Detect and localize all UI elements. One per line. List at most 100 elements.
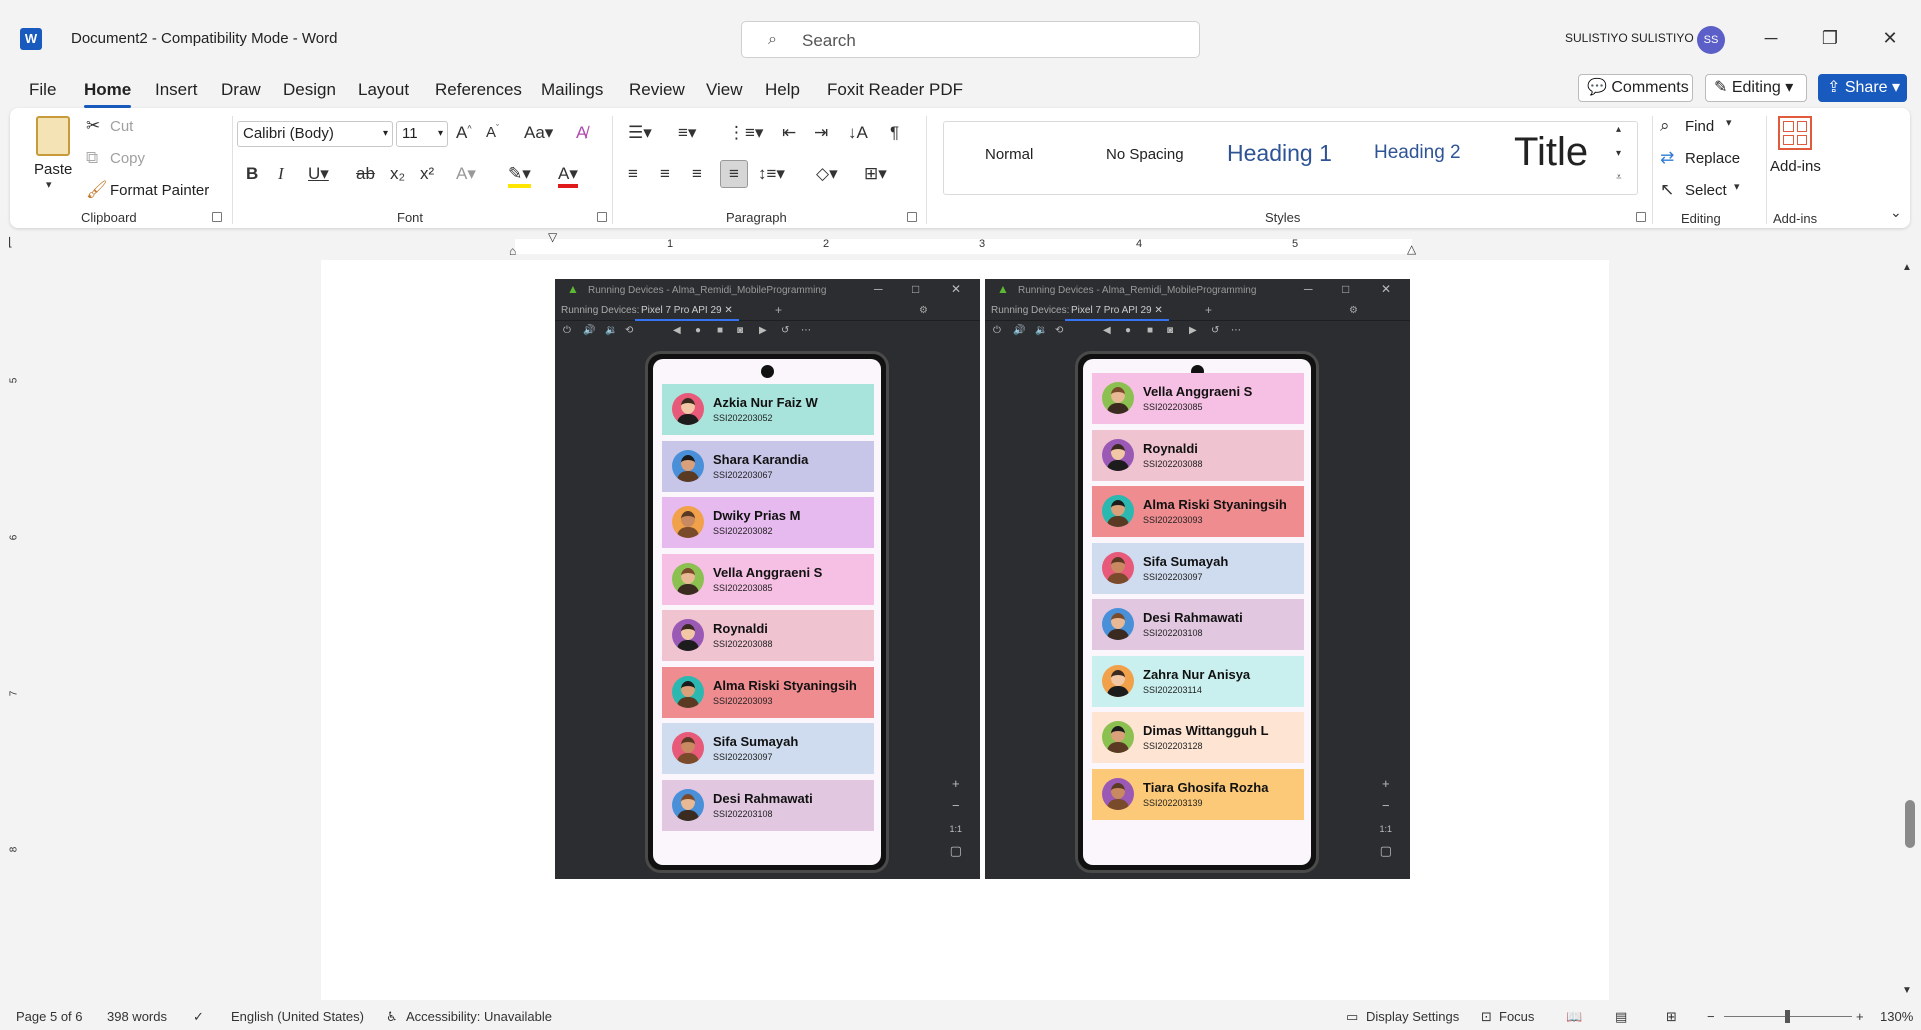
- find-button[interactable]: Find: [1685, 118, 1714, 135]
- justify-icon[interactable]: ≡: [720, 160, 748, 188]
- proofing-icon[interactable]: ✓: [193, 1009, 204, 1025]
- style-heading-2[interactable]: Heading 2: [1374, 142, 1461, 164]
- text-effects-icon[interactable]: A▾: [456, 164, 476, 184]
- scroll-up-icon[interactable]: ▲: [1902, 262, 1912, 273]
- tab-layout[interactable]: Layout: [358, 80, 409, 100]
- left-indent-icon[interactable]: ⌂: [509, 244, 516, 258]
- tab-view[interactable]: View: [706, 80, 743, 100]
- style-normal[interactable]: Normal: [985, 146, 1033, 163]
- grow-font-icon[interactable]: A^: [456, 123, 472, 143]
- list-item[interactable]: Dwiky Prias M SSI202203082: [662, 497, 874, 548]
- superscript-icon[interactable]: x²: [420, 164, 434, 184]
- zoom-in-icon[interactable]: +: [1856, 1009, 1864, 1024]
- numbering-icon[interactable]: ≡▾: [678, 123, 696, 143]
- multilevel-list-icon[interactable]: ⋮≡▾: [728, 123, 763, 143]
- align-left-icon[interactable]: ≡: [628, 164, 638, 184]
- editing-mode-button[interactable]: ✎ Editing ▾: [1705, 74, 1807, 102]
- tab-references[interactable]: References: [435, 80, 522, 100]
- scroll-down-icon[interactable]: ▾: [1616, 148, 1621, 159]
- share-button[interactable]: ⇪ Share ▾: [1818, 74, 1907, 102]
- font-color-icon[interactable]: A▾: [558, 164, 578, 188]
- list-item[interactable]: Roynaldi SSI202203088: [662, 610, 874, 661]
- clear-formatting-icon[interactable]: A̸: [576, 123, 587, 143]
- style-heading-1[interactable]: Heading 1: [1227, 140, 1332, 167]
- language-indicator[interactable]: English (United States): [231, 1009, 364, 1024]
- add-ins-icon[interactable]: [1778, 116, 1812, 150]
- focus-button[interactable]: Focus: [1499, 1009, 1534, 1024]
- web-layout-icon[interactable]: ⊞: [1666, 1009, 1677, 1025]
- minimize-icon[interactable]: ─: [1759, 26, 1783, 50]
- restore-icon[interactable]: ❐: [1818, 26, 1842, 50]
- cut-button[interactable]: Cut: [110, 118, 133, 135]
- list-item[interactable]: Alma Riski Styaningsih SSI202203093: [1092, 486, 1304, 537]
- list-item[interactable]: Roynaldi SSI202203088: [1092, 429, 1304, 481]
- tab-review[interactable]: Review: [629, 80, 685, 100]
- align-center-icon[interactable]: ≡: [660, 164, 670, 184]
- decrease-indent-icon[interactable]: ⇤: [782, 123, 796, 143]
- accessibility-status[interactable]: Accessibility: Unavailable: [406, 1009, 552, 1024]
- avatar[interactable]: SS: [1697, 26, 1725, 54]
- vertical-scrollbar[interactable]: ▲ ▼: [1898, 260, 1921, 1000]
- format-painter-button[interactable]: Format Painter: [110, 182, 209, 199]
- list-item[interactable]: Desi Rahmawati SSI202203108: [1092, 599, 1304, 650]
- tab-foxit[interactable]: Foxit Reader PDF: [827, 80, 963, 100]
- list-item[interactable]: Azkia Nur Faiz W SSI202203052: [662, 384, 874, 435]
- replace-button[interactable]: Replace: [1685, 150, 1740, 167]
- line-spacing-icon[interactable]: ↕≡▾: [758, 164, 785, 184]
- change-case-icon[interactable]: Aa▾: [524, 123, 553, 143]
- paste-button[interactable]: Paste: [34, 161, 72, 178]
- clipboard-launcher-icon[interactable]: [212, 212, 222, 222]
- collapse-ribbon-icon[interactable]: ⌄: [1890, 204, 1902, 221]
- zoom-slider-thumb[interactable]: [1785, 1010, 1790, 1023]
- tab-mailings[interactable]: Mailings: [541, 80, 603, 100]
- increase-indent-icon[interactable]: ⇥: [814, 123, 828, 143]
- tab-home[interactable]: Home: [84, 80, 131, 100]
- list-item[interactable]: Alma Riski Styaningsih SSI202203093: [662, 666, 874, 718]
- user-name[interactable]: SULISTIYO SULISTIYO: [1565, 31, 1694, 45]
- close-icon[interactable]: ✕: [1878, 26, 1902, 50]
- first-line-indent-icon[interactable]: ▽: [548, 230, 557, 244]
- bullets-icon[interactable]: ☰▾: [628, 123, 652, 143]
- list-item[interactable]: Vella Anggraeni S SSI202203085: [662, 553, 874, 605]
- list-item[interactable]: Sifa Sumayah SSI202203097: [1092, 542, 1304, 594]
- zoom-level[interactable]: 130%: [1880, 1009, 1913, 1024]
- chevron-down-icon[interactable]: ▾: [1726, 116, 1732, 129]
- tab-selector-icon[interactable]: ⌊: [8, 235, 13, 249]
- word-count[interactable]: 398 words: [107, 1009, 167, 1024]
- tab-insert[interactable]: Insert: [155, 80, 198, 100]
- scroll-up-icon[interactable]: ▴: [1616, 124, 1621, 135]
- underline-icon[interactable]: U▾: [308, 164, 329, 184]
- list-item[interactable]: Dimas Wittangguh L SSI202203128: [1092, 712, 1304, 763]
- search-box[interactable]: ⌕ Search: [741, 21, 1200, 58]
- shading-icon[interactable]: ◇▾: [816, 164, 838, 184]
- bold-icon[interactable]: B: [246, 164, 258, 184]
- ruler-strip[interactable]: [515, 239, 1412, 254]
- style-no-spacing[interactable]: No Spacing: [1106, 146, 1184, 163]
- copy-button[interactable]: Copy: [110, 150, 145, 167]
- subscript-icon[interactable]: x₂: [390, 164, 405, 184]
- borders-icon[interactable]: ⊞▾: [864, 164, 887, 184]
- right-indent-icon[interactable]: △: [1407, 242, 1416, 256]
- list-item[interactable]: Zahra Nur Anisya SSI202203114: [1092, 655, 1304, 707]
- list-item[interactable]: Shara Karandia SSI202203067: [662, 440, 874, 492]
- search-placeholder[interactable]: Search: [802, 31, 856, 51]
- tab-design[interactable]: Design: [283, 80, 336, 100]
- paste-icon[interactable]: [36, 116, 70, 156]
- chevron-down-icon[interactable]: ▾: [1734, 180, 1740, 193]
- print-layout-icon[interactable]: ▤: [1615, 1009, 1627, 1025]
- font-launcher-icon[interactable]: [597, 212, 607, 222]
- shrink-font-icon[interactable]: Aˇ: [486, 123, 499, 141]
- tab-file[interactable]: File: [29, 80, 56, 100]
- comments-button[interactable]: 💬 Comments: [1578, 74, 1693, 102]
- scroll-down-icon[interactable]: ▼: [1902, 985, 1912, 996]
- list-item[interactable]: Vella Anggraeni S SSI202203085: [1092, 373, 1304, 424]
- read-mode-icon[interactable]: 📖: [1566, 1009, 1582, 1025]
- tab-draw[interactable]: Draw: [221, 80, 261, 100]
- select-button[interactable]: Select: [1685, 182, 1727, 199]
- show-formatting-icon[interactable]: ¶: [890, 123, 899, 143]
- align-right-icon[interactable]: ≡: [692, 164, 702, 184]
- display-settings-button[interactable]: Display Settings: [1366, 1009, 1459, 1024]
- add-ins-button[interactable]: Add-ins: [1770, 158, 1821, 175]
- highlight-icon[interactable]: ✎▾: [508, 164, 531, 188]
- page-indicator[interactable]: Page 5 of 6: [16, 1009, 83, 1024]
